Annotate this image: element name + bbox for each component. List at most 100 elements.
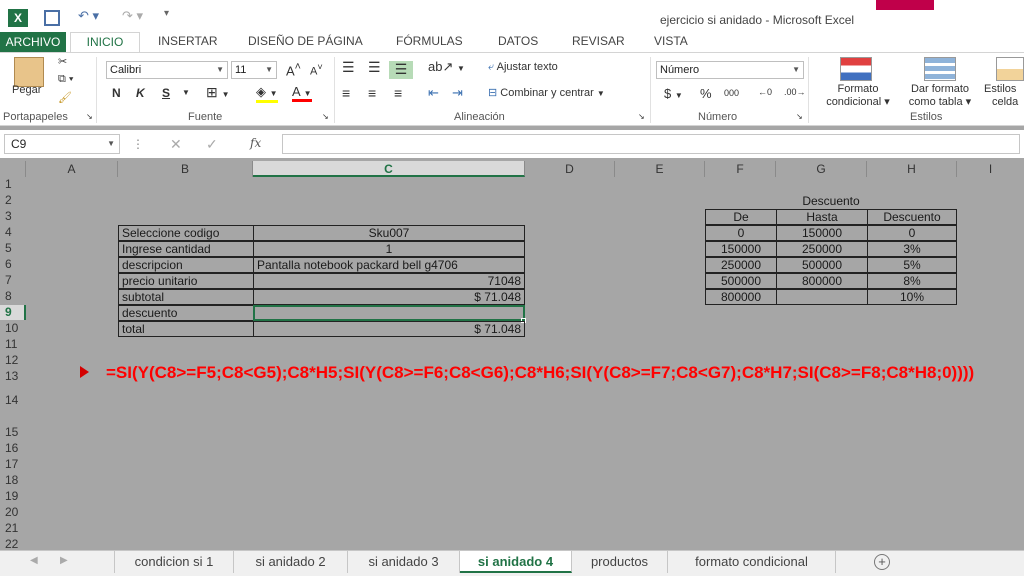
decrease-indent-icon[interactable]: ⇤ (428, 85, 439, 101)
alignment-launcher-icon[interactable]: ↘ (638, 112, 645, 121)
formula-input[interactable] (282, 134, 1020, 154)
row-header[interactable]: 14 (0, 393, 26, 407)
font-launcher-icon[interactable]: ↘ (322, 112, 329, 121)
row-header[interactable]: 3 (0, 209, 26, 223)
font-color-icon[interactable]: A ▼ (292, 84, 312, 102)
table-cell[interactable]: 10% (867, 289, 957, 305)
column-header-f[interactable]: F (705, 161, 776, 177)
table-cell[interactable]: 150000 (705, 241, 777, 257)
row-header[interactable]: 21 (0, 521, 26, 535)
tab-diseno[interactable]: DISEÑO DE PÁGINA (248, 32, 363, 50)
table-cell[interactable]: 800000 (705, 289, 777, 305)
row-header[interactable]: 1 (0, 177, 26, 191)
table-header[interactable]: Descuento (867, 209, 957, 225)
row-header[interactable]: 18 (0, 473, 26, 487)
table-cell[interactable] (776, 289, 868, 305)
row-header-selected[interactable]: 9 (0, 305, 26, 320)
table-cell[interactable]: 250000 (705, 257, 777, 273)
table-cell[interactable]: 800000 (776, 273, 868, 289)
redo-icon[interactable]: ↷ ▾ (122, 8, 143, 28)
row-header[interactable]: 22 (0, 537, 26, 551)
cell-styles-button[interactable]: Estilos celda (984, 83, 1024, 109)
row-header[interactable]: 11 (0, 337, 26, 351)
cell-label[interactable]: descuento (118, 305, 254, 321)
active-cell-c9[interactable] (253, 305, 525, 321)
scroll-left-icon[interactable]: ◀ (30, 555, 38, 566)
align-middle-icon[interactable]: ☰ (368, 59, 381, 76)
tab-vista[interactable]: VISTA (654, 32, 688, 50)
row-header[interactable]: 8 (0, 289, 26, 303)
sheet-tab[interactable]: condicion si 1 (114, 551, 234, 573)
sheet-tab-active[interactable]: si anidado 4 (460, 551, 572, 573)
customize-toolbar-icon[interactable]: ▾ (164, 8, 169, 28)
align-right-icon[interactable]: ≡ (394, 85, 402, 101)
borders-icon[interactable]: ⊞ ▼ (206, 84, 230, 101)
table-cell[interactable]: 0 (705, 225, 777, 241)
paste-icon[interactable] (14, 57, 44, 87)
clipboard-launcher-icon[interactable]: ↘ (86, 112, 93, 121)
row-header[interactable]: 6 (0, 257, 26, 271)
column-header-d[interactable]: D (525, 161, 615, 177)
align-left-icon[interactable]: ≡ (342, 85, 350, 101)
column-header-e[interactable]: E (615, 161, 705, 177)
table-cell[interactable]: 250000 (776, 241, 868, 257)
column-header-h[interactable]: H (867, 161, 957, 177)
tab-datos[interactable]: DATOS (498, 32, 538, 50)
wrap-text-button[interactable]: ⤶ Ajustar texto (488, 61, 558, 74)
shrink-font-icon[interactable]: A˅ (310, 62, 323, 78)
percent-button[interactable]: % (700, 86, 712, 101)
font-name-select[interactable]: Calibri ▼ (106, 61, 228, 79)
enter-icon[interactable]: ✓ (206, 136, 218, 153)
cancel-icon[interactable]: ✕ (170, 136, 182, 153)
column-header-g[interactable]: G (776, 161, 867, 177)
add-sheet-icon[interactable]: + (874, 554, 890, 570)
row-header[interactable]: 5 (0, 241, 26, 255)
cell-label[interactable]: descripcion (118, 257, 254, 273)
orientation-icon[interactable]: ab↗ ▼ (428, 59, 465, 75)
row-header[interactable]: 20 (0, 505, 26, 519)
table-cell[interactable]: 8% (867, 273, 957, 289)
cell-label[interactable]: total (118, 321, 254, 337)
number-format-select[interactable]: Número ▼ (656, 61, 804, 79)
thousands-button[interactable]: 000 (724, 88, 739, 98)
align-top-icon[interactable]: ☰ (342, 59, 355, 76)
row-header[interactable]: 10 (0, 321, 26, 335)
italic-button[interactable]: K (136, 86, 145, 100)
cut-icon[interactable]: ✂ (58, 55, 67, 68)
cell-value[interactable]: 1 (253, 241, 525, 257)
insert-function-button[interactable]: fx (250, 136, 261, 150)
sheet-tab[interactable]: si anidado 3 (348, 551, 460, 573)
discount-title[interactable]: Descuento (776, 193, 886, 209)
cell-value[interactable]: $ 71.048 (253, 321, 525, 337)
paste-button[interactable]: Pegar (12, 84, 41, 96)
cell-value[interactable]: Sku007 (253, 225, 525, 241)
table-format-button[interactable]: Dar formato como tabla ▾ (900, 83, 980, 109)
cell-label[interactable]: precio unitario (118, 273, 254, 289)
table-header[interactable]: De (705, 209, 777, 225)
merge-center-button[interactable]: ⊟ Combinar y centrar ▼ (488, 86, 605, 99)
cell-value[interactable]: Pantalla notebook packard bell g4706 (253, 257, 525, 273)
align-bottom-icon[interactable]: ☰ (389, 61, 413, 79)
table-cell[interactable]: 5% (867, 257, 957, 273)
row-header[interactable]: 2 (0, 193, 26, 207)
row-header[interactable]: 7 (0, 273, 26, 287)
row-header[interactable]: 4 (0, 225, 26, 239)
cell-label[interactable]: Seleccione codigo (118, 225, 254, 241)
currency-button[interactable]: $ ▼ (664, 86, 683, 101)
row-header[interactable]: 17 (0, 457, 26, 471)
name-box[interactable]: C9 ▼ (4, 134, 120, 154)
increase-decimal-icon[interactable]: ←0 (758, 87, 772, 97)
decrease-decimal-icon[interactable]: .00→ (784, 87, 806, 97)
table-cell[interactable]: 3% (867, 241, 957, 257)
column-header-i[interactable]: I (957, 161, 1024, 177)
row-header[interactable]: 15 (0, 425, 26, 439)
tab-inicio[interactable]: INICIO (70, 32, 140, 53)
row-header[interactable]: 12 (0, 353, 26, 367)
table-header[interactable]: Hasta (776, 209, 868, 225)
save-icon[interactable] (44, 10, 60, 26)
row-header[interactable]: 19 (0, 489, 26, 503)
tab-formulas[interactable]: FÓRMULAS (396, 32, 463, 50)
column-header-c[interactable]: C (253, 161, 525, 177)
scroll-right-icon[interactable]: ▶ (60, 555, 68, 566)
underline-dropdown-icon[interactable]: ▼ (182, 88, 190, 97)
